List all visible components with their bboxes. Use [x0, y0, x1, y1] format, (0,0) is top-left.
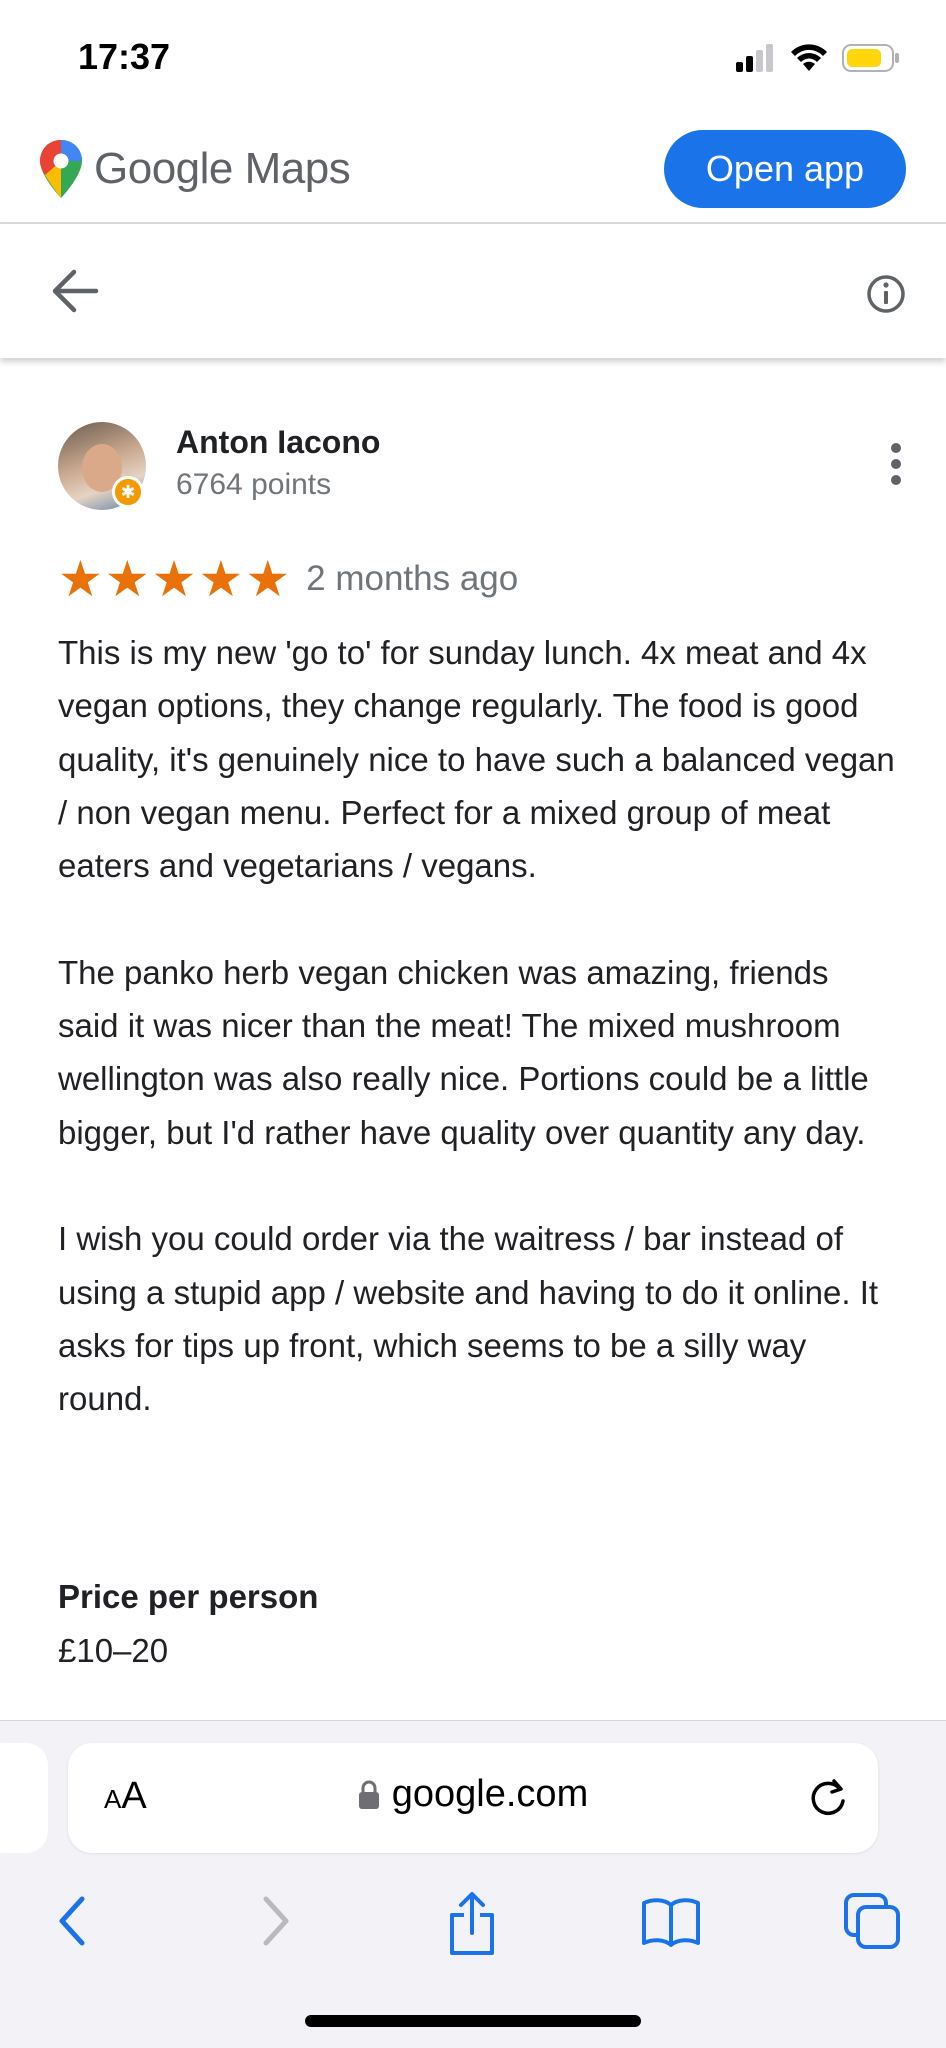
url-text: google.com — [391, 1773, 589, 1815]
review-paragraph: I wish you could order via the waitress … — [58, 1220, 879, 1418]
status-time: 17:37 — [78, 36, 171, 77]
google-maps-logo[interactable]: Google Maps — [40, 140, 351, 198]
tabs-icon[interactable] — [844, 1891, 902, 1951]
wifi-icon — [791, 44, 827, 71]
share-icon[interactable] — [446, 1891, 498, 1957]
star-icon: ★ — [58, 551, 103, 607]
lock-icon — [358, 1780, 379, 1809]
price-label: Price per person — [58, 1578, 319, 1615]
maps-wordmark: Google Maps — [94, 144, 351, 193]
star-icon: ★ — [198, 551, 244, 607]
more-options-icon[interactable] — [890, 442, 902, 486]
author-points: 6764 points — [176, 468, 332, 501]
local-guide-badge-icon: ✱ — [112, 476, 144, 508]
review-text: This is my new 'go to' for sunday lunch.… — [58, 626, 898, 1479]
browser-bottom-bar: AA google.com — [0, 1720, 946, 2048]
star-icon: ★ — [151, 551, 197, 607]
previous-tab-peek[interactable] — [0, 1743, 48, 1853]
address-bar[interactable]: AA google.com — [68, 1743, 878, 1853]
open-app-button[interactable]: Open app — [664, 130, 906, 208]
review-card: ✱ Anton Iacono 6764 points ★ ★ ★ ★ ★ 2 m… — [0, 358, 946, 1720]
review-paragraph: This is my new 'go to' for sunday lunch.… — [58, 634, 895, 885]
browser-toolbar — [0, 1881, 946, 1991]
back-icon[interactable] — [52, 1891, 92, 1951]
author-name[interactable]: Anton Iacono — [176, 424, 380, 461]
maps-header: Google Maps Open app — [0, 120, 946, 224]
price-value: £10–20 — [58, 1632, 169, 1669]
bookmarks-icon[interactable] — [640, 1891, 702, 1951]
status-icons — [736, 44, 900, 72]
star-icon: ★ — [245, 551, 291, 607]
url-display[interactable]: google.com — [68, 1773, 878, 1816]
star-rating: ★ ★ ★ ★ ★ — [58, 554, 290, 604]
info-icon[interactable] — [866, 274, 906, 314]
maps-pin-icon — [40, 140, 82, 198]
battery-icon — [842, 44, 899, 72]
rating-row: ★ ★ ★ ★ ★ 2 months ago — [58, 554, 518, 604]
review-paragraph: The panko herb vegan chicken was amazing… — [58, 953, 869, 1151]
forward-icon[interactable] — [256, 1891, 296, 1951]
reload-icon[interactable] — [806, 1775, 850, 1819]
home-indicator — [305, 2015, 641, 2027]
back-arrow-icon[interactable] — [50, 268, 100, 314]
review-date: 2 months ago — [306, 559, 519, 598]
review-nav-bar — [0, 224, 946, 358]
star-icon: ★ — [104, 551, 150, 607]
status-bar: 17:37 — [0, 0, 946, 120]
signal-icon — [736, 44, 773, 72]
